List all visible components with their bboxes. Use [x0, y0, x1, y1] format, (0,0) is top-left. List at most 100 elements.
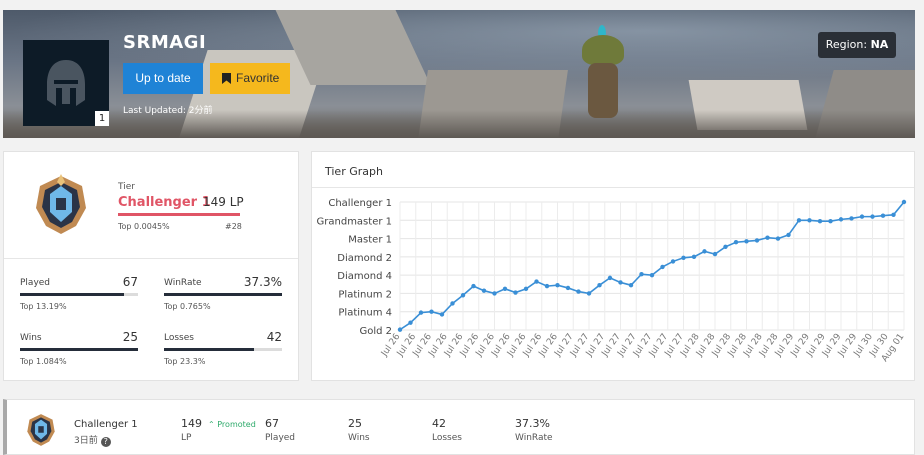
favorite-label: Favorite [236, 71, 280, 85]
region-badge[interactable]: Region: NA [818, 32, 896, 58]
tier-point [628, 283, 634, 288]
season-winrate: 37.3% WinRate [515, 417, 553, 443]
y-tick-label: Gold 2 [359, 326, 392, 337]
season-losses-label: Losses [432, 433, 462, 443]
summoner-level: 1 [95, 111, 109, 126]
tier-point [807, 218, 812, 223]
season-wins-label: Wins [348, 433, 370, 443]
graph-header: Tier Graph [312, 152, 914, 188]
y-tick-label: Challenger 1 [328, 198, 392, 209]
stat-bar [20, 293, 138, 296]
tier-top-percent: Top 0.0045% [118, 222, 170, 231]
tier-label: Tier [118, 182, 135, 192]
summoner-name: SRMAGI [123, 32, 207, 53]
tier-point [450, 301, 455, 306]
stat-value: 67 [122, 275, 138, 289]
helmet-icon [47, 60, 85, 106]
season-lp-value: 149 [181, 417, 202, 430]
tier-point [576, 289, 581, 294]
stat-bar-fill [20, 348, 138, 351]
help-icon[interactable]: ? [100, 437, 111, 447]
favorite-button[interactable]: Favorite [210, 63, 290, 94]
graph-title: Tier Graph [325, 165, 383, 178]
tier-point [586, 291, 592, 296]
tier-graph-chart[interactable]: Gold 2 Platinum 4 Platinum 2 Diamond 4 Diamo… [312, 188, 914, 380]
y-tick-label: Platinum 4 [338, 308, 392, 319]
tier-point [502, 286, 508, 292]
season-row[interactable]: Challenger 1 3日前? 149 ⌃ Promoted LP 67 Pl… [3, 399, 915, 455]
tier-point [733, 240, 739, 245]
tier-point [513, 290, 518, 295]
tier-graph-panel: Tier Graph Gold 2 Platinum 4 Platinum 2 Dia… [311, 151, 915, 381]
season-winrate-value: 37.3% [515, 417, 550, 430]
tier-point [544, 283, 550, 289]
tier-point [481, 288, 487, 293]
stat-sub: Top 0.765% [164, 302, 211, 311]
tier-point [418, 310, 424, 315]
stat-bar-fill [164, 293, 282, 296]
stat-bar [164, 293, 282, 296]
tier-point [754, 238, 760, 243]
tier-point [534, 279, 539, 284]
stat-bar-fill [164, 348, 254, 351]
tier-point [901, 199, 907, 205]
y-tick-label: Grandmaster 1 [317, 216, 392, 227]
tier-point [891, 212, 896, 217]
tier-point [607, 275, 613, 281]
season-lp: 149 ⌃ Promoted LP [181, 417, 256, 443]
tier-point [649, 272, 655, 278]
stat-value: 37.3% [243, 275, 282, 289]
y-tick-label: Diamond 2 [337, 253, 392, 264]
tier-point [660, 264, 665, 270]
season-wins-value: 25 [348, 417, 362, 430]
tier-point [471, 283, 476, 289]
stat-sub: Top 23.3% [164, 357, 206, 366]
promoted-badge: ⌃ Promoted [208, 420, 256, 429]
tier-point [555, 283, 560, 288]
season-played-value: 67 [265, 417, 279, 430]
tier-bar [118, 213, 240, 216]
tier-point [786, 232, 791, 238]
bookmark-icon [222, 73, 231, 84]
tier-point [618, 280, 623, 285]
stat-bar-fill [20, 293, 124, 296]
season-played-label: Played [265, 433, 296, 443]
tier-point [597, 283, 602, 288]
region-label: Region: [825, 38, 868, 51]
stat-sub: Top 1.084% [20, 357, 67, 366]
last-updated: Last Updated: 2分前 [123, 106, 213, 116]
y-tick-label: Platinum 2 [338, 289, 392, 300]
rank-panel: Tier Challenger 1 149 LP Top 0.0045% #28… [3, 151, 299, 381]
tier-point [723, 244, 728, 249]
tier-point [408, 320, 413, 325]
season-time: 3日前? [74, 433, 111, 447]
tier-point [670, 259, 676, 264]
tier-point [681, 255, 686, 260]
tier-point [817, 219, 823, 224]
tier-point [439, 312, 445, 317]
stat-bar [20, 348, 138, 351]
y-tick-label: Diamond 4 [337, 271, 392, 282]
ladder-rank: #28 [225, 222, 242, 231]
tier-point [460, 293, 466, 298]
tier-summary: Tier Challenger 1 149 LP Top 0.0045% #28 [4, 152, 298, 259]
tier-point [796, 218, 802, 223]
tier-point [712, 251, 718, 257]
challenger-emblem-icon [27, 414, 55, 446]
stat-label: Wins [20, 333, 42, 343]
tier-point [691, 254, 697, 260]
season-winrate-label: WinRate [515, 433, 553, 443]
update-button[interactable]: Up to date [123, 63, 203, 94]
season-losses: 42 Losses [432, 417, 462, 443]
tier-point [870, 214, 875, 219]
region-value: NA [870, 38, 889, 51]
tier-point [838, 217, 844, 222]
season-time-text: 3日前 [74, 436, 98, 446]
tier-point [397, 327, 403, 332]
y-tick-label: Master 1 [348, 235, 392, 246]
stat-label: Played [20, 278, 51, 288]
tier-point [744, 239, 749, 244]
tier-name: Challenger 1 [118, 195, 211, 210]
tier-point [765, 235, 770, 240]
league-points: 149 LP [203, 195, 244, 209]
